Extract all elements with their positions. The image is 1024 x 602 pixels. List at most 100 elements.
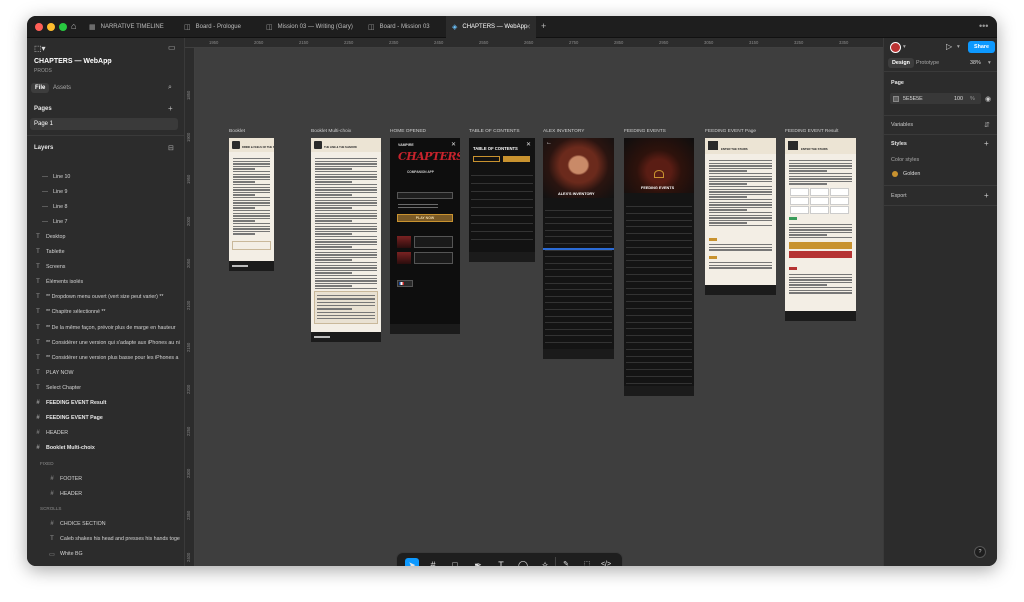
- more-icon[interactable]: •••: [979, 22, 988, 31]
- zoom-level[interactable]: 38%: [970, 60, 981, 66]
- draw-mode-icon[interactable]: ✎: [559, 558, 573, 566]
- file-name[interactable]: CHAPTERS — WebApp: [34, 58, 112, 65]
- chevron-down-icon[interactable]: ▾: [903, 44, 906, 50]
- toc-row[interactable]: [471, 233, 533, 240]
- tab-design[interactable]: Design: [888, 58, 914, 68]
- home-icon[interactable]: ⌂: [71, 22, 76, 31]
- layer-row[interactable]: T ** Dropdown menu ouvert (vert size peut…: [27, 290, 184, 305]
- layer-row[interactable]: — Line 8: [27, 199, 184, 214]
- close-tab-icon[interactable]: ✕: [525, 23, 531, 31]
- frame-feeding[interactable]: FEEDING EVENTS: [624, 138, 694, 396]
- layer-row[interactable]: # FOOTER: [27, 471, 184, 486]
- page-color-swatch[interactable]: [893, 96, 899, 102]
- present-icon[interactable]: ▷: [946, 42, 952, 51]
- tab-file[interactable]: File: [31, 83, 50, 93]
- dev-mode-icon[interactable]: </>: [599, 558, 613, 566]
- layer-row[interactable]: # Booklet Multi-choix: [27, 441, 184, 456]
- layer-row[interactable]: — Line 7: [27, 214, 184, 229]
- export-label[interactable]: Export: [891, 193, 907, 199]
- frame-label[interactable]: FEEDING EVENT Page: [705, 129, 756, 134]
- layer-row[interactable]: # FEEDING EVENT Result: [27, 396, 184, 411]
- search-icon[interactable]: ⌕: [168, 84, 172, 92]
- layer-row[interactable]: # FEEDING EVENT Page: [27, 411, 184, 426]
- tab-chapters-webapp[interactable]: ◈ CHAPTERS — WebApp ✕: [446, 16, 536, 38]
- chevron-down-icon[interactable]: ▾: [988, 60, 991, 66]
- chevron-down-icon[interactable]: ▾: [957, 44, 960, 50]
- frame-feedpage[interactable]: ENTER THE STAIRS: [705, 138, 776, 295]
- golden-swatch[interactable]: [892, 171, 898, 177]
- frame-label[interactable]: FEEDING EVENTS: [624, 129, 666, 134]
- eye-icon[interactable]: ◉: [985, 95, 991, 103]
- actions-tool-icon[interactable]: ✧: [538, 558, 552, 566]
- add-page-icon[interactable]: +: [168, 104, 173, 113]
- tab-assets[interactable]: Assets: [53, 85, 71, 91]
- layer-row[interactable]: — Line 9: [27, 184, 184, 199]
- toc-row[interactable]: [471, 209, 533, 216]
- layer-row[interactable]: T Éléments isolés: [27, 275, 184, 290]
- design-mode-icon[interactable]: ⬚: [580, 558, 594, 566]
- layer-row[interactable]: T Caleb shakes his head and presses his h…: [27, 531, 184, 546]
- variables-icon[interactable]: ⇵: [984, 121, 990, 129]
- tab-board-mission[interactable]: ◫ Board - Mission 03: [362, 16, 446, 38]
- toc-row[interactable]: [471, 177, 533, 184]
- tab-narrative-timeline[interactable]: ▦ NARRATIVE TIMELINE: [83, 16, 178, 38]
- shape-tool-icon[interactable]: □: [448, 558, 462, 566]
- avatar[interactable]: [890, 42, 901, 53]
- frame-label[interactable]: TABLE OF CONTENTS: [469, 129, 520, 134]
- tab-board-prologue[interactable]: ◫ Board - Prologue: [178, 16, 260, 38]
- toc-row[interactable]: [471, 185, 533, 192]
- add-export-icon[interactable]: +: [984, 191, 989, 200]
- add-style-icon[interactable]: +: [984, 139, 989, 148]
- close-window-button[interactable]: [35, 23, 43, 31]
- frame-label[interactable]: Booklet: [229, 129, 245, 134]
- frame-label[interactable]: ALEX INVENTORY: [543, 129, 584, 134]
- collapse-layers-icon[interactable]: ⊟: [168, 144, 174, 152]
- layer-row[interactable]: T Desktop: [27, 229, 184, 244]
- layer-row[interactable]: T ** Considérer une version qui s'adapte …: [27, 335, 184, 350]
- play-now-button[interactable]: PLAY NOW: [397, 214, 453, 222]
- frame-label[interactable]: Booklet Multi-choix: [311, 129, 351, 134]
- main-menu-icon[interactable]: ⬚▾: [34, 44, 46, 53]
- zoom-window-button[interactable]: [59, 23, 67, 31]
- layer-row[interactable]: T Screens: [27, 260, 184, 275]
- frame-home[interactable]: VAMPIRE ✕ CHAPTERS COMPANION APP PLAY NOW: [390, 138, 460, 334]
- frame-feedresult[interactable]: ENTER THE STAIRS: [785, 138, 856, 321]
- frame-label[interactable]: FEEDING EVENT Result: [785, 129, 839, 134]
- variables-label[interactable]: Variables: [891, 122, 913, 128]
- toc-row[interactable]: [471, 169, 533, 176]
- page-opacity[interactable]: 100: [954, 96, 963, 102]
- layer-row[interactable]: ▭ White BG: [27, 547, 184, 562]
- layer-row[interactable]: T ** Considérer une version plus basse po…: [27, 350, 184, 365]
- frame-toc[interactable]: ✕ TABLE OF CONTENTS: [469, 138, 535, 262]
- chapter-card[interactable]: [414, 236, 453, 248]
- layer-row[interactable]: T Tablette: [27, 245, 184, 260]
- canvas[interactable]: 1950 2050 2150 2250 2350 2450 2550 2650 2750 2850…: [185, 38, 883, 566]
- chevron-down-icon[interactable]: ▾: [107, 58, 110, 65]
- tab-prototype[interactable]: Prototype: [916, 60, 939, 66]
- layer-row[interactable]: T PLAY NOW: [27, 365, 184, 380]
- toc-row[interactable]: [471, 225, 533, 232]
- pen-tool-icon[interactable]: ✒: [471, 558, 485, 566]
- chapter-card[interactable]: [414, 252, 453, 264]
- frame-inventory[interactable]: ← ALEX'S INVENTORY: [543, 138, 614, 359]
- layer-row[interactable]: — Line 10: [27, 169, 184, 184]
- minimize-window-button[interactable]: [47, 23, 55, 31]
- new-tab-icon[interactable]: +: [541, 22, 546, 31]
- frame-booklet2[interactable]: THE LINE & THE SHADOW: [311, 138, 381, 342]
- tab-mission-writing[interactable]: ◫ Mission 03 — Writing (Gary): [260, 16, 362, 38]
- toc-row[interactable]: [471, 193, 533, 200]
- toc-row[interactable]: [471, 201, 533, 208]
- toc-row[interactable]: [471, 217, 533, 224]
- share-button[interactable]: Share: [968, 41, 995, 53]
- page-item-1[interactable]: Page 1: [30, 118, 178, 130]
- layer-row[interactable]: # HEADER: [27, 486, 184, 501]
- frame-tool-icon[interactable]: #: [426, 558, 440, 566]
- frame-booklet[interactable]: DRINK & FEELS OF THE STORM: [229, 138, 274, 271]
- toc-tab-right[interactable]: [503, 156, 530, 162]
- layer-row[interactable]: T Select Chapter: [27, 380, 184, 395]
- frame-label[interactable]: HOME OPENED: [390, 129, 426, 134]
- layer-row[interactable]: T ** Chapitre sélectionné **: [27, 305, 184, 320]
- style-golden[interactable]: Golden: [903, 171, 920, 177]
- toggle-sidebar-icon[interactable]: ▭: [168, 43, 176, 52]
- comment-tool-icon[interactable]: ◯: [516, 558, 530, 566]
